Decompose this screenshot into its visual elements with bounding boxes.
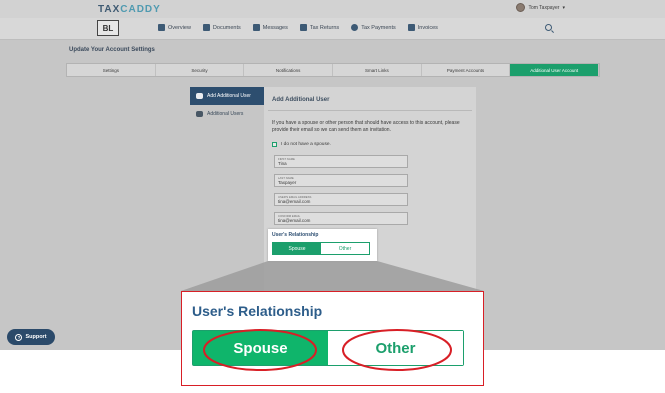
no-spouse-checkbox[interactable] — [272, 142, 277, 147]
tab-notifications[interactable]: Notifications — [244, 64, 334, 76]
sidebar-item-label: Add Additional User — [207, 93, 251, 99]
tab-security[interactable]: Security — [156, 64, 245, 76]
field-value: Taxpayer — [278, 179, 297, 185]
documents-icon — [202, 24, 210, 31]
zoom-other-option[interactable]: Other — [328, 331, 463, 365]
page-title: Update Your Account Settings — [69, 47, 155, 53]
search-icon[interactable] — [545, 24, 552, 31]
messages-icon — [252, 24, 260, 31]
no-spouse-row[interactable]: I do not have a spouse. — [272, 142, 331, 147]
tax-payments-icon — [351, 24, 359, 31]
nav-item-invoices[interactable]: Invoices — [407, 24, 438, 31]
question-icon: ? — [15, 333, 23, 341]
zoom-relationship-toggle: Spouse Other — [192, 330, 464, 366]
tax-returns-icon — [299, 24, 307, 31]
home-icon — [158, 24, 165, 31]
tab-additional-user-account[interactable]: Additional User Account — [510, 64, 600, 76]
nav-items: Overview Documents Messages Tax Returns … — [158, 24, 438, 31]
settings-tabs: Settings Security Notifications Smart Li… — [66, 63, 600, 77]
nav-item-documents[interactable]: Documents — [202, 24, 241, 31]
tab-settings[interactable]: Settings — [67, 64, 156, 76]
nav-item-overview[interactable]: Overview — [158, 24, 191, 31]
sidebar: Add Additional User Additional Users — [190, 87, 264, 123]
nav-label: Tax Payments — [361, 24, 396, 31]
sidebar-item-additional-users[interactable]: Additional Users — [190, 105, 264, 123]
relationship-card: User's Relationship Spouse Other — [268, 229, 377, 261]
sidebar-item-add-additional-user[interactable]: Add Additional User — [190, 87, 264, 105]
zoom-callout: User's Relationship Spouse Other — [181, 291, 484, 386]
field-value: Tina — [278, 160, 287, 166]
no-spouse-label: I do not have a spouse. — [281, 142, 331, 147]
taxcaddy-logo: TAXCADDY — [98, 4, 161, 15]
confirm-email-field[interactable]: Confirm Email tina@email.com — [274, 212, 408, 225]
sidebar-item-label: Additional Users — [207, 111, 244, 117]
field-value: tina@email.com — [278, 217, 311, 223]
email-field[interactable]: User's Email Address tina@email.com — [274, 193, 408, 206]
panel-title: Add Additional User — [272, 97, 330, 103]
field-value: tina@email.com — [278, 198, 311, 204]
nav-label: Invoices — [417, 24, 438, 31]
other-option[interactable]: Other — [321, 243, 369, 254]
invoices-icon — [407, 24, 415, 31]
divider — [268, 110, 472, 111]
nav-item-tax-payments[interactable]: Tax Payments — [351, 24, 396, 31]
relationship-toggle: Spouse Other — [272, 242, 370, 255]
nav-item-tax-returns[interactable]: Tax Returns — [299, 24, 340, 31]
avatar — [516, 3, 526, 12]
support-button[interactable]: ? Support — [7, 329, 55, 345]
nav-item-messages[interactable]: Messages — [252, 24, 288, 31]
user-name: Tom Taxpayer — [528, 4, 560, 11]
top-bar: TAXCADDY Tom Taxpayer ▾ — [0, 0, 665, 18]
first-name-field[interactable]: First Name Tina — [274, 155, 408, 168]
users-icon — [196, 111, 203, 117]
last-name-field[interactable]: Last Name Taxpayer — [274, 174, 408, 187]
nav-label: Documents — [212, 24, 241, 31]
zoom-relationship-title: User's Relationship — [192, 303, 323, 319]
zoom-spouse-option[interactable]: Spouse — [193, 331, 328, 365]
nav-label: Overview — [168, 24, 191, 31]
spouse-option[interactable]: Spouse — [273, 243, 321, 254]
tab-payment-accounts[interactable]: Payment Accounts — [422, 64, 511, 76]
tab-smart-links[interactable]: Smart Links — [333, 64, 422, 76]
relationship-title: User's Relationship — [272, 232, 319, 238]
firm-badge[interactable]: BL — [97, 20, 119, 36]
main-nav: BL Overview Documents Messages Tax Retur… — [0, 18, 665, 40]
nav-label: Tax Returns — [309, 24, 340, 31]
support-label: Support — [25, 334, 47, 340]
add-user-icon — [196, 93, 203, 99]
chevron-down-icon: ▾ — [562, 4, 565, 11]
nav-label: Messages — [262, 24, 288, 31]
user-menu[interactable]: Tom Taxpayer ▾ — [516, 3, 565, 12]
intro-text: If you have a spouse or other person tha… — [272, 120, 460, 133]
